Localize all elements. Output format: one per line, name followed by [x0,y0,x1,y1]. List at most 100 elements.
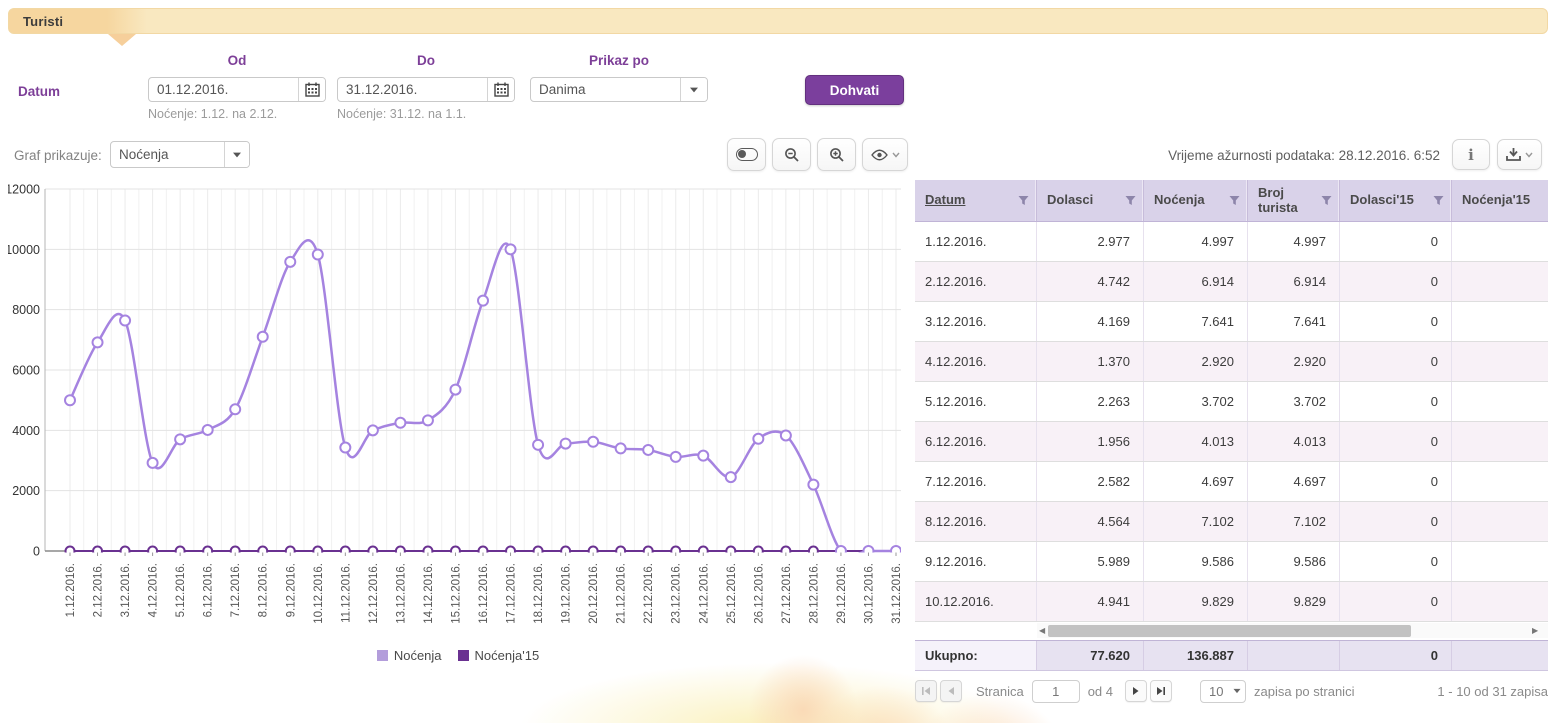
column-header-label: Broj turista [1248,186,1321,216]
cell-value: 9.586 [1144,542,1248,581]
last-page-button[interactable] [1150,680,1172,702]
table-row[interactable]: 4.12.2016.1.3702.9202.9200 [915,342,1548,382]
cell-value: 0 [1340,542,1452,581]
legend-swatch [458,650,469,661]
filter-icon[interactable] [1433,195,1444,206]
cell-value: 0 [1340,582,1452,621]
od-date-input[interactable]: 01.12.2016. [148,77,326,102]
cell-datum: 9.12.2016. [915,542,1037,581]
svg-text:17.12.2016.: 17.12.2016. [506,563,518,624]
prev-page-button[interactable] [940,680,962,702]
column-header-no-enja-15[interactable]: Noćenja'15 [1452,180,1548,221]
column-header-broj-turista[interactable]: Broj turista [1248,180,1340,221]
total-value: 77.620 [1037,641,1144,670]
column-header-label: Dolasci [1037,193,1125,208]
cell-value: 2.920 [1248,342,1340,381]
cell-value: 4.742 [1037,262,1144,301]
legend-swatch [377,650,388,661]
cell-value: 4.697 [1248,462,1340,501]
cell-datum: 10.12.2016. [915,582,1037,621]
datum-label: Datum [18,84,60,99]
page-size-select[interactable]: 10 [1200,680,1246,703]
table-row[interactable]: 2.12.2016.4.7426.9146.9140 [915,262,1548,302]
total-value: 0 [1340,641,1452,670]
table-row[interactable]: 9.12.2016.5.9899.5869.5860 [915,542,1548,582]
table-row[interactable]: 5.12.2016.2.2633.7023.7020 [915,382,1548,422]
next-page-button[interactable] [1125,680,1147,702]
table-row[interactable]: 1.12.2016.2.9774.9974.9970 [915,222,1548,262]
cell-value [1452,422,1548,461]
table-body: 1.12.2016.2.9774.9974.99702.12.2016.4.74… [915,222,1548,622]
svg-text:6.12.2016.: 6.12.2016. [203,563,215,617]
cell-value: 0 [1340,502,1452,541]
page-number-input[interactable] [1032,680,1080,703]
svg-text:5.12.2016.: 5.12.2016. [175,563,187,617]
prikaz-po-dropdown-arrow[interactable] [680,78,707,101]
first-page-icon [921,686,931,696]
column-header-label: Dolasci'15 [1340,193,1433,208]
scrollbar-thumb[interactable] [1048,625,1411,637]
column-header-dolasci[interactable]: Dolasci [1037,180,1144,221]
first-page-button[interactable] [915,680,937,702]
column-header-no-enja[interactable]: Noćenja [1144,180,1248,221]
legend-item[interactable]: Noćenja'15 [458,648,540,663]
table-row[interactable]: 6.12.2016.1.9564.0134.0130 [915,422,1548,462]
do-date-input[interactable]: 31.12.2016. [337,77,515,102]
cell-value: 0 [1340,462,1452,501]
table-row[interactable]: 3.12.2016.4.1697.6417.6410 [915,302,1548,342]
scroll-left-arrow[interactable]: ◀ [1039,626,1045,635]
tab-turisti[interactable]: Turisti [9,14,63,29]
table-row[interactable]: 8.12.2016.4.5647.1027.1020 [915,502,1548,542]
prikaz-po-value: Danima [531,82,680,97]
filter-icon[interactable] [1018,195,1029,206]
graf-dropdown-arrow[interactable] [224,142,249,167]
svg-text:3.12.2016.: 3.12.2016. [120,563,132,617]
cell-value: 0 [1340,382,1452,421]
svg-text:28.12.2016.: 28.12.2016. [808,563,820,624]
cell-value [1452,462,1548,501]
scroll-right-arrow[interactable]: ▶ [1532,626,1538,635]
chevron-down-icon [1525,152,1533,158]
chevron-down-icon [690,87,698,92]
zoom-out-button[interactable] [772,138,811,171]
column-header-datum[interactable]: Datum [915,180,1037,221]
zoom-in-button[interactable] [817,138,856,171]
cell-value: 4.697 [1144,462,1248,501]
column-header-dolasci-15[interactable]: Dolasci'15 [1340,180,1452,221]
svg-text:30.12.2016.: 30.12.2016. [863,563,875,624]
total-value [1248,641,1340,670]
graf-prikazuje-select[interactable]: Noćenja [110,141,250,168]
chart-toggle-button[interactable] [727,138,766,171]
cell-datum: 4.12.2016. [915,342,1037,381]
cell-value: 0 [1340,342,1452,381]
table-row[interactable]: 10.12.2016.4.9419.8299.8290 [915,582,1548,622]
cell-value [1452,302,1548,341]
cell-value: 1.370 [1037,342,1144,381]
info-button[interactable]: i [1452,139,1490,170]
svg-text:29.12.2016.: 29.12.2016. [836,563,848,624]
prikaz-po-select[interactable]: Danima [530,77,708,102]
series-visibility-button[interactable] [862,138,908,171]
cell-value [1452,502,1548,541]
filter-icon[interactable] [1229,195,1240,206]
svg-text:4.12.2016.: 4.12.2016. [148,563,160,617]
legend-item[interactable]: Noćenja [377,648,442,663]
column-header-label: Datum [915,193,1018,208]
svg-text:31.12.2016.: 31.12.2016. [891,563,903,624]
cell-value: 4.997 [1248,222,1340,261]
svg-text:2000: 2000 [12,484,40,498]
chart-legend: Noćenja Noćenja'15 [8,648,908,663]
svg-text:14.12.2016.: 14.12.2016. [423,563,435,624]
chevron-down-icon [233,152,241,157]
prev-page-icon [946,686,956,696]
cell-value [1452,262,1548,301]
do-calendar-button[interactable] [487,78,514,101]
table-row[interactable]: 7.12.2016.2.5824.6974.6970 [915,462,1548,502]
filter-icon[interactable] [1321,195,1332,206]
export-button[interactable] [1497,139,1542,170]
cell-datum: 7.12.2016. [915,462,1037,501]
od-calendar-button[interactable] [298,78,325,101]
dohvati-button[interactable]: Dohvati [805,75,904,105]
filter-icon[interactable] [1125,195,1136,206]
table-horizontal-scrollbar: ◀ ▶ [915,622,1548,640]
